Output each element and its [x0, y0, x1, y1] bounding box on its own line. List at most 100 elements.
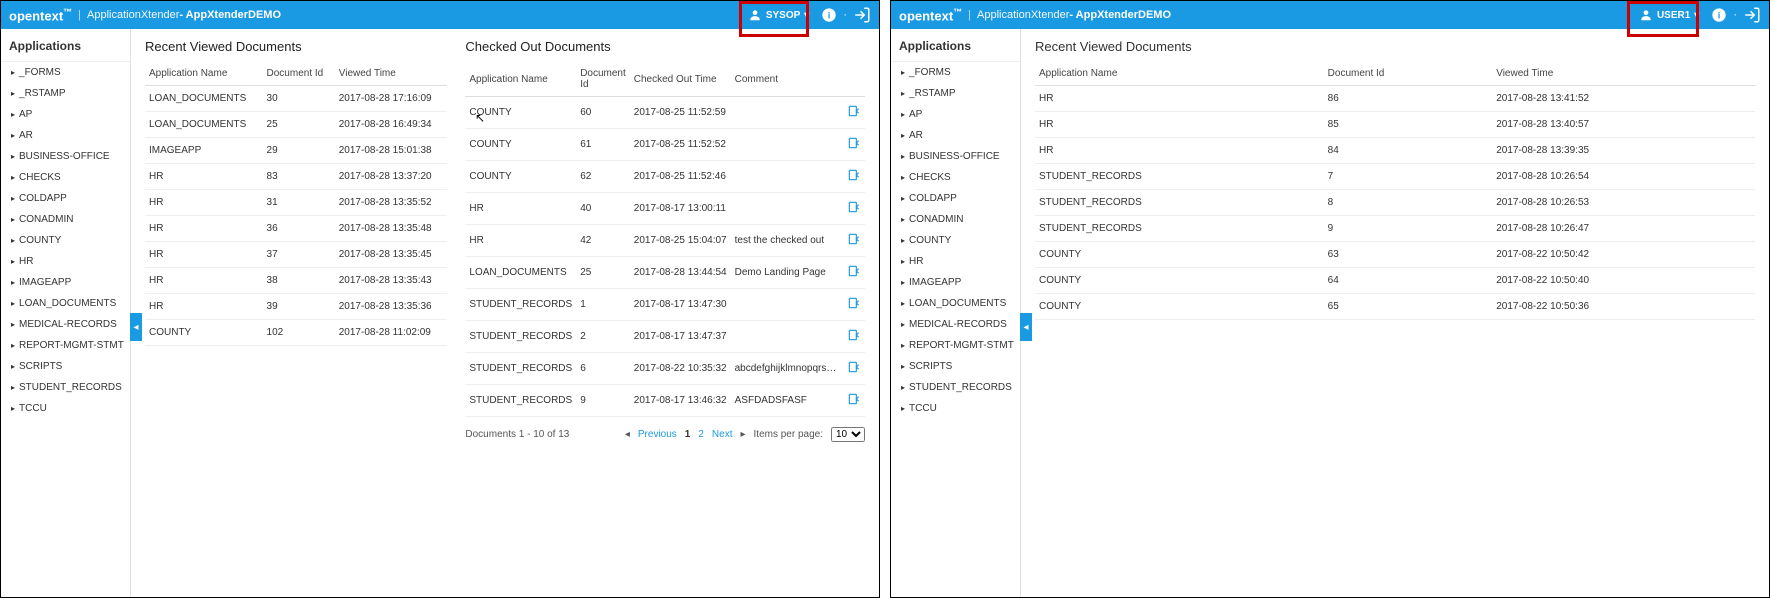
logout-icon[interactable]: [1743, 6, 1761, 24]
checkin-action[interactable]: [842, 289, 865, 321]
table-row[interactable]: HR852017-08-28 13:40:57: [1035, 112, 1755, 138]
sidebar-item[interactable]: _RSTAMP: [891, 83, 1020, 104]
table-row[interactable]: HR402017-08-17 13:00:11: [465, 193, 865, 225]
table-row[interactable]: STUDENT_RECORDS22017-08-17 13:47:37: [465, 321, 865, 353]
sidebar-item[interactable]: STUDENT_RECORDS: [891, 377, 1020, 398]
table-row[interactable]: COUNTY612017-08-25 11:52:52: [465, 129, 865, 161]
checkin-action[interactable]: [842, 353, 865, 385]
table-row[interactable]: COUNTY642017-08-22 10:50:40: [1035, 268, 1755, 294]
checkin-icon[interactable]: [847, 360, 861, 377]
column-header[interactable]: Application Name: [465, 62, 576, 97]
checkin-icon[interactable]: [847, 296, 861, 313]
table-row[interactable]: LOAN_DOCUMENTS302017-08-28 17:16:09: [145, 86, 447, 112]
sidebar-item[interactable]: COUNTY: [891, 230, 1020, 251]
sidebar-item[interactable]: IMAGEAPP: [891, 272, 1020, 293]
checkin-action[interactable]: [842, 129, 865, 161]
sidebar-item[interactable]: TCCU: [891, 398, 1020, 419]
sidebar-item[interactable]: HR: [1, 251, 130, 272]
checkin-action[interactable]: [842, 321, 865, 353]
checkin-icon[interactable]: [847, 104, 861, 121]
sidebar-item[interactable]: SCRIPTS: [891, 356, 1020, 377]
pager-prev-icon[interactable]: ◂: [625, 429, 630, 440]
checkin-icon[interactable]: [847, 392, 861, 409]
checkin-action[interactable]: [842, 193, 865, 225]
column-header[interactable]: Document Id: [263, 62, 335, 86]
help-icon[interactable]: i: [821, 7, 837, 23]
column-header[interactable]: Application Name: [1035, 62, 1324, 86]
sidebar-item[interactable]: _FORMS: [891, 62, 1020, 83]
column-header[interactable]: Comment: [731, 62, 842, 97]
ipp-select[interactable]: 10: [831, 427, 865, 442]
checkin-icon[interactable]: [847, 328, 861, 345]
table-row[interactable]: LOAN_DOCUMENTS252017-08-28 13:44:54Demo …: [465, 257, 865, 289]
sidebar-item[interactable]: COUNTY: [1, 230, 130, 251]
sidebar-item[interactable]: HR: [891, 251, 1020, 272]
table-row[interactable]: HR392017-08-28 13:35:36: [145, 294, 447, 320]
sidebar-item[interactable]: MEDICAL-RECORDS: [1, 314, 130, 335]
sidebar-item[interactable]: LOAN_DOCUMENTS: [1, 293, 130, 314]
logout-icon[interactable]: [853, 6, 871, 24]
checkin-action[interactable]: [842, 257, 865, 289]
checkin-action[interactable]: [842, 97, 865, 129]
table-row[interactable]: STUDENT_RECORDS62017-08-22 10:35:32abcde…: [465, 353, 865, 385]
sidebar-item[interactable]: AP: [891, 104, 1020, 125]
table-row[interactable]: STUDENT_RECORDS92017-08-28 10:26:47: [1035, 216, 1755, 242]
pager-next[interactable]: Next: [712, 429, 733, 440]
table-row[interactable]: IMAGEAPP292017-08-28 15:01:38: [145, 138, 447, 164]
checkin-icon[interactable]: [847, 136, 861, 153]
sidebar-item[interactable]: AR: [891, 125, 1020, 146]
column-header[interactable]: Viewed Time: [335, 62, 448, 86]
table-row[interactable]: STUDENT_RECORDS72017-08-28 10:26:54: [1035, 164, 1755, 190]
checkin-icon[interactable]: [847, 168, 861, 185]
sidebar-item[interactable]: REPORT-MGMT-STMT: [891, 335, 1020, 356]
table-row[interactable]: COUNTY1022017-08-28 11:02:09: [145, 320, 447, 346]
table-row[interactable]: HR362017-08-28 13:35:48: [145, 216, 447, 242]
sidebar-item[interactable]: CONADMIN: [891, 209, 1020, 230]
column-header[interactable]: Checked Out Time: [630, 62, 731, 97]
table-row[interactable]: COUNTY622017-08-25 11:52:46: [465, 161, 865, 193]
checkin-action[interactable]: [842, 385, 865, 417]
sidebar-item[interactable]: BUSINESS-OFFICE: [1, 146, 130, 167]
table-row[interactable]: HR372017-08-28 13:35:45: [145, 242, 447, 268]
sidebar-item[interactable]: AR: [1, 125, 130, 146]
sidebar-item[interactable]: CHECKS: [891, 167, 1020, 188]
checkin-icon[interactable]: [847, 200, 861, 217]
sidebar-item[interactable]: LOAN_DOCUMENTS: [891, 293, 1020, 314]
sidebar-item[interactable]: COLDAPP: [1, 188, 130, 209]
table-row[interactable]: STUDENT_RECORDS12017-08-17 13:47:30: [465, 289, 865, 321]
table-row[interactable]: HR842017-08-28 13:39:35: [1035, 138, 1755, 164]
sidebar-item[interactable]: MEDICAL-RECORDS: [891, 314, 1020, 335]
table-row[interactable]: LOAN_DOCUMENTS252017-08-28 16:49:34: [145, 112, 447, 138]
sidebar-item[interactable]: IMAGEAPP: [1, 272, 130, 293]
table-row[interactable]: COUNTY632017-08-22 10:50:42: [1035, 242, 1755, 268]
table-row[interactable]: HR862017-08-28 13:41:52: [1035, 86, 1755, 112]
sidebar-item[interactable]: CHECKS: [1, 167, 130, 188]
checkin-action[interactable]: [842, 161, 865, 193]
sidebar-item[interactable]: SCRIPTS: [1, 356, 130, 377]
table-row[interactable]: HR382017-08-28 13:35:43: [145, 268, 447, 294]
sidebar-item[interactable]: _RSTAMP: [1, 83, 130, 104]
table-row[interactable]: STUDENT_RECORDS92017-08-17 13:46:32ASFDA…: [465, 385, 865, 417]
column-header[interactable]: [842, 62, 865, 97]
column-header[interactable]: Viewed Time: [1492, 62, 1755, 86]
table-row[interactable]: COUNTY652017-08-22 10:50:36: [1035, 294, 1755, 320]
sidebar-item[interactable]: _FORMS: [1, 62, 130, 83]
sidebar-item[interactable]: CONADMIN: [1, 209, 130, 230]
column-header[interactable]: Application Name: [145, 62, 263, 86]
checkin-icon[interactable]: [847, 264, 861, 281]
sidebar-item[interactable]: TCCU: [1, 398, 130, 419]
collapse-sidebar-button[interactable]: ◂: [130, 313, 142, 341]
table-row[interactable]: COUNTY602017-08-25 11:52:59: [465, 97, 865, 129]
pager-next-icon[interactable]: ▸: [740, 429, 745, 440]
sidebar-item[interactable]: REPORT-MGMT-STMT: [1, 335, 130, 356]
column-header[interactable]: Document Id: [576, 62, 630, 97]
table-row[interactable]: STUDENT_RECORDS82017-08-28 10:26:53: [1035, 190, 1755, 216]
sidebar-item[interactable]: STUDENT_RECORDS: [1, 377, 130, 398]
pager-page-1[interactable]: 1: [685, 429, 691, 440]
checkin-action[interactable]: [842, 225, 865, 257]
collapse-sidebar-button[interactable]: ◂: [1020, 313, 1032, 341]
table-row[interactable]: HR312017-08-28 13:35:52: [145, 190, 447, 216]
table-row[interactable]: HR832017-08-28 13:37:20: [145, 164, 447, 190]
sidebar-item[interactable]: BUSINESS-OFFICE: [891, 146, 1020, 167]
sidebar-item[interactable]: COLDAPP: [891, 188, 1020, 209]
